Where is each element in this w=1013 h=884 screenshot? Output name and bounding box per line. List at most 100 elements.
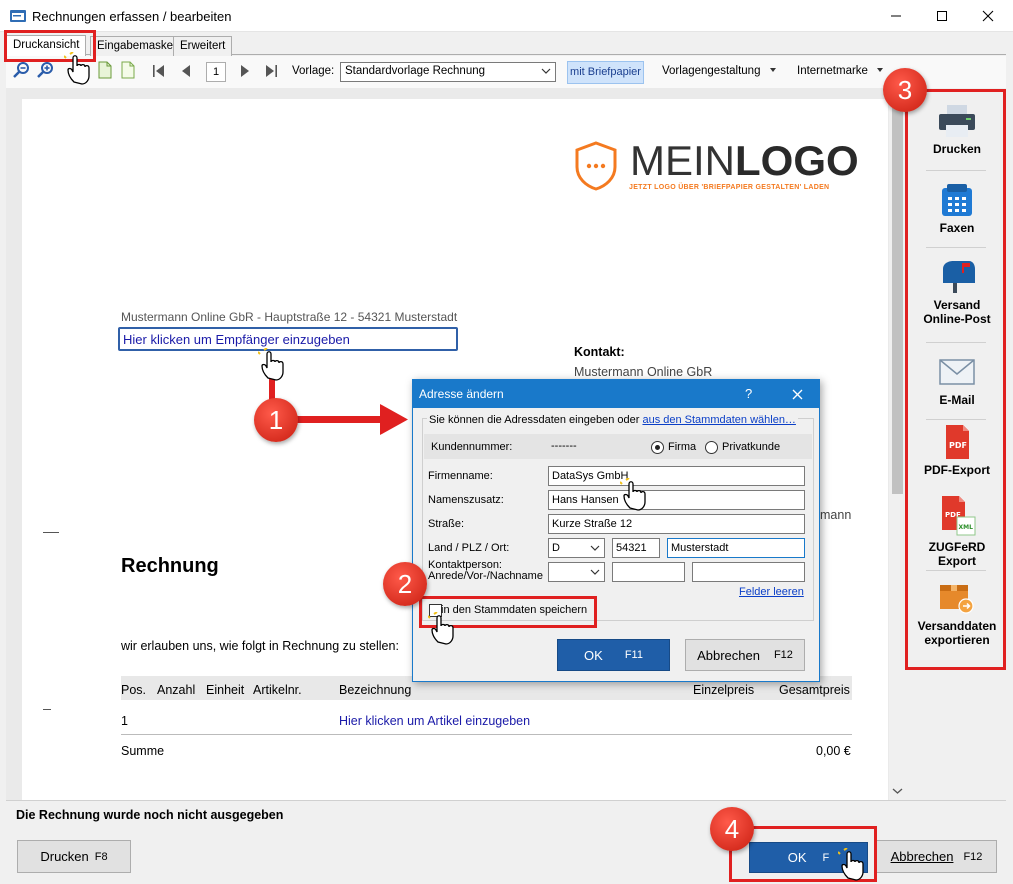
tab-eingabemaske[interactable]: Eingabemaske [90,36,181,56]
window-title: Rechnungen erfassen / bearbeiten [32,9,232,24]
anrede-select[interactable] [548,562,605,582]
minimize-button[interactable] [873,0,919,32]
fold-mark [43,532,59,533]
print-button-key: F8 [94,850,108,863]
logo-shield-icon [575,141,617,191]
article-field[interactable]: Hier klicken um Artikel einzugeben [339,714,530,728]
col-bezeichnung: Bezeichnung [339,683,412,697]
firmenname-input[interactable]: DataSys GmbH [548,466,805,486]
first-page-icon[interactable] [150,62,168,80]
dialog-ok-button[interactable]: OK F11 [557,639,670,671]
page-width-icon[interactable] [119,61,137,79]
dialog-cancel-button[interactable]: Abbrechen F12 [685,639,805,671]
page-view-icon[interactable] [96,61,114,79]
col-gesamtpreis: Gesamtpreis [779,683,850,697]
col-pos: Pos. [121,683,147,697]
hand-pointer-icon [838,848,864,881]
maximize-icon [937,11,947,21]
app-icon [10,10,26,22]
print-button-label: Drucken [40,849,89,864]
felder-leeren-link[interactable]: Felder leeren [739,586,804,598]
print-button[interactable]: Drucken F8 [17,840,131,873]
col-anzahl: Anzahl [157,683,196,697]
dialog-ok-label: OK [584,647,603,663]
ort-input[interactable]: Musterstadt [667,538,805,558]
dropdown-arrow-icon [769,68,776,72]
stammdaten-link[interactable]: aus den Stammdaten wählen… [642,414,795,426]
radio-privatkunde[interactable] [705,441,718,454]
summe-label: Summe [121,744,165,758]
tab-erweitert[interactable]: Erweitert [173,36,233,56]
firmenname-label: Firmenname: [428,470,493,482]
previous-page-icon[interactable] [177,62,195,80]
sender-line: Mustermann Online GbR - Hauptstraße 12 -… [121,310,458,324]
land-select[interactable]: D [548,538,605,558]
dialog-hint-text: Sie können die Adressdaten eingeben oder [429,414,640,426]
plz-input[interactable]: 54321 [612,538,660,558]
col-einzelpreis: Einzelpreis [693,683,755,697]
namenszusatz-label: Namenszusatz: [428,494,504,506]
zoom-in-icon[interactable] [36,61,54,79]
vorname-input[interactable] [612,562,685,582]
hand-pointer-icon [428,612,454,645]
dialog-close-button[interactable] [786,383,808,405]
dialog-title: Adresse ändern [419,387,504,401]
logo-tagline: JETZT LOGO ÜBER 'BRIEFPAPIER GESTALTEN' … [629,184,830,191]
step-badge-2: 2 [383,562,427,606]
annotation-arrow-icon [292,404,408,435]
hand-pointer-icon [258,348,284,381]
row-pos: 1 [121,714,128,728]
kontaktperson-label-line2: Anrede/Vor-/Nachname [428,570,543,582]
namenszusatz-input[interactable]: Hans Hansen [548,490,805,510]
vorlagengestaltung-menu[interactable]: Vorlagengestaltung [662,65,777,77]
briefpapier-toggle[interactable]: mit Briefpapier [567,61,644,84]
scrollbar-thumb[interactable] [892,108,903,494]
invoice-intro: wir erlauben uns, wie folgt in Rechnung … [121,639,399,653]
hand-pointer-icon [620,478,646,511]
maximize-button[interactable] [919,0,965,32]
strasse-input[interactable]: Kurze Straße 12 [548,514,805,534]
radio-privatkunde-label: Privatkunde [722,441,781,453]
kundennummer-label: Kundennummer: [431,441,513,453]
nachname-input[interactable] [692,562,805,582]
step-badge-3: 3 [883,68,927,112]
land-value: D [552,542,560,554]
vorlage-select[interactable]: Standardvorlage Rechnung [340,62,556,82]
close-icon [792,389,802,399]
dialog-hint: Sie können die Adressdaten eingeben oder… [427,414,798,426]
logo-text: MEINLOGO [630,137,859,185]
hand-pointer-icon [64,52,90,85]
close-icon [982,10,994,22]
kundennummer-value: ------- [551,440,577,452]
kontaktperson-label: Kontaktperson: Anrede/Vor-/Nachname [428,560,543,582]
cancel-button[interactable]: Abbrechen F12 [876,840,997,873]
zoom-out-icon[interactable] [12,61,30,79]
page-number-input[interactable]: 1 [206,62,226,82]
status-text: Die Rechnung wurde noch nicht ausgegeben [16,808,284,822]
vorlage-select-value: Standardvorlage Rechnung [345,65,486,77]
dialog-cancel-label: Abbrechen [697,647,760,663]
status-divider [6,800,1006,801]
row-divider [121,734,852,735]
recipient-field[interactable]: Hier klicken um Empfänger einzugeben [118,327,458,351]
dialog-cancel-key: F12 [773,649,793,661]
partial-text: mann [820,508,852,522]
col-artikelnr: Artikelnr. [253,683,302,697]
last-page-icon[interactable] [262,62,280,80]
cancel-button-key: F12 [963,850,983,863]
vorlage-label: Vorlage: [292,65,335,77]
kontakt-name: Mustermann Online GbR [574,365,713,379]
dialog-help-button[interactable]: ? [745,386,752,401]
close-button[interactable] [965,0,1011,32]
internetmarke-label: Internetmarke [797,65,868,77]
dialog-ok-key: F11 [624,649,643,661]
dropdown-arrow-icon [877,68,884,72]
internetmarke-menu[interactable]: Internetmarke [797,65,884,77]
radio-firma[interactable] [651,441,664,454]
land-plz-ort-label: Land / PLZ / Ort: [428,542,510,554]
cancel-button-label: Abbrechen [890,849,954,864]
next-page-icon[interactable] [236,62,254,80]
vorlagengestaltung-label: Vorlagengestaltung [662,65,761,77]
chevron-down-icon [541,68,551,74]
kontakt-label: Kontakt: [574,345,625,359]
